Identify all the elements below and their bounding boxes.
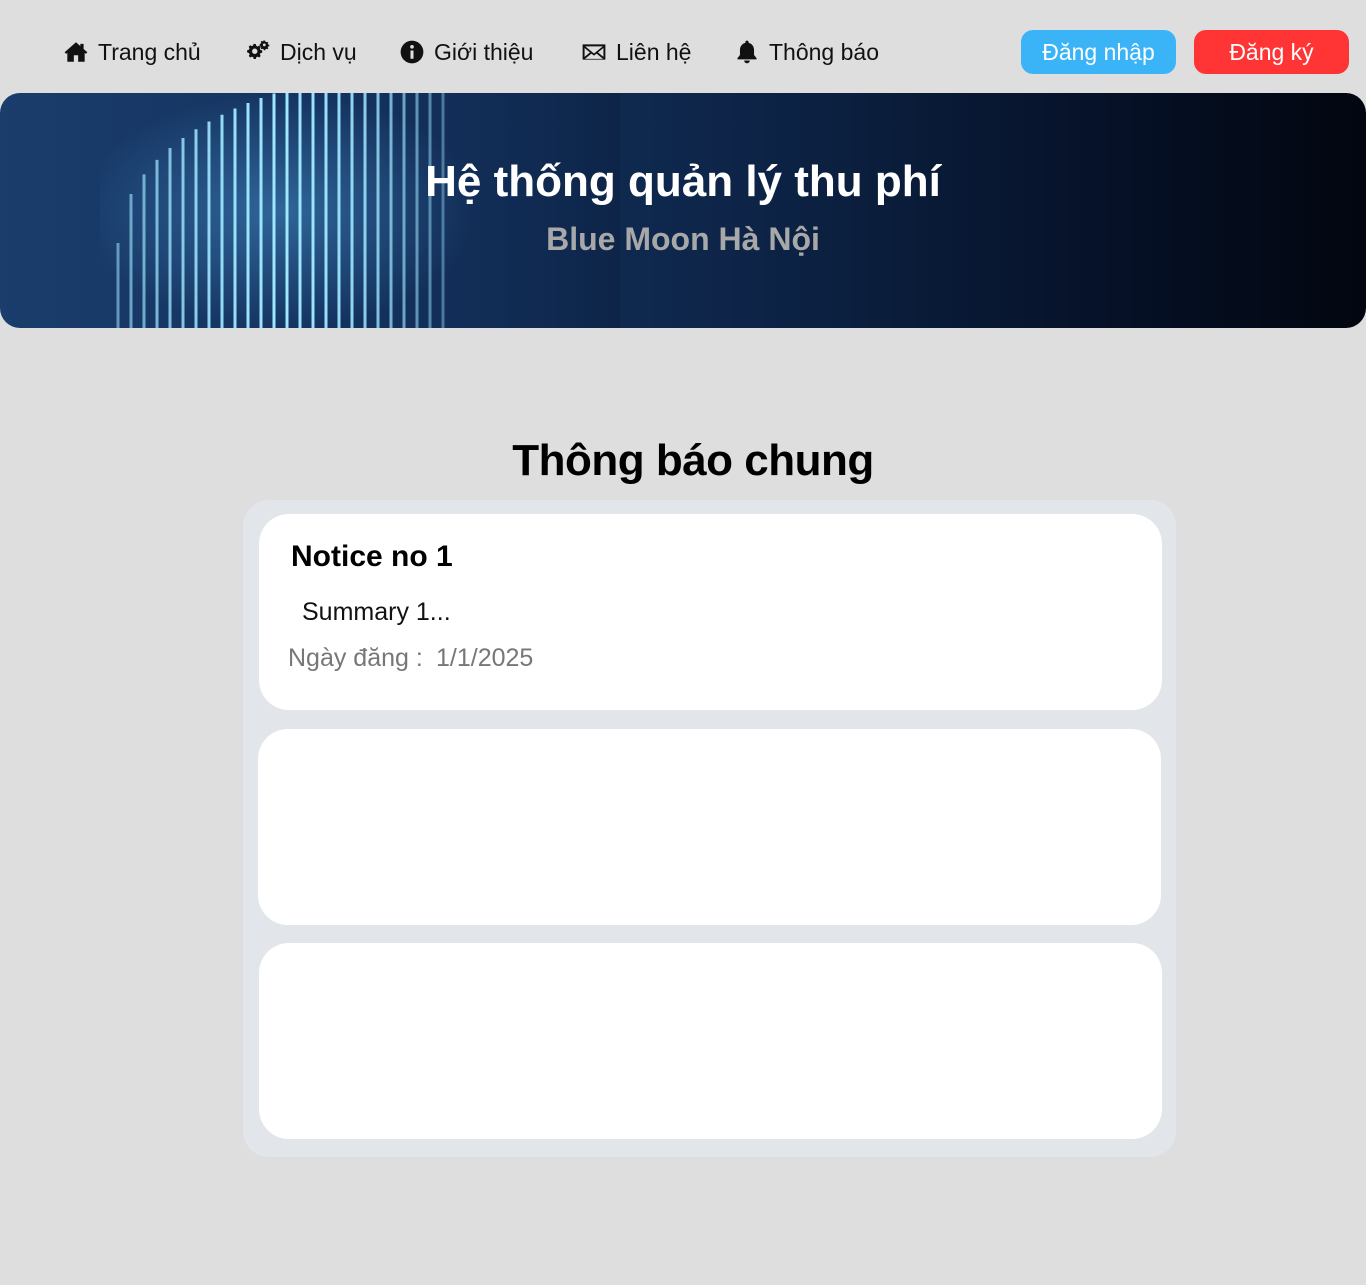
login-button[interactable]: Đăng nhập <box>1021 30 1176 74</box>
notice-date-label: Ngày đăng : <box>288 644 423 672</box>
nav-item-about[interactable]: Giới thiệu <box>398 36 533 68</box>
nav-label-contact: Liên hệ <box>616 38 692 65</box>
building-illustration <box>0 93 620 328</box>
nav-item-contact[interactable]: Liên hệ <box>580 36 691 68</box>
notices-panel: Notice no 1 Summary 1... Ngày đăng : 1/1… <box>243 500 1176 1157</box>
bell-icon <box>733 38 761 66</box>
notices-section-title: Thông báo chung <box>512 436 874 485</box>
notice-title: Notice no 1 <box>291 540 453 573</box>
info-icon <box>398 38 426 66</box>
nav-item-home[interactable]: Trang chủ <box>62 36 201 68</box>
notice-card[interactable]: Notice no 1 Summary 1... Ngày đăng : 1/1… <box>259 514 1162 710</box>
nav-label-notifications: Thông báo <box>769 38 879 65</box>
nav-item-services[interactable]: Dịch vụ <box>244 36 357 68</box>
home-icon <box>62 38 90 66</box>
nav-label-services: Dịch vụ <box>280 38 357 65</box>
nav-label-about: Giới thiệu <box>434 38 534 65</box>
hero-banner: Hệ thống quản lý thu phí Blue Moon Hà Nộ… <box>0 93 1366 328</box>
gears-icon <box>244 38 272 66</box>
notice-summary: Summary 1... <box>302 598 451 626</box>
notice-card[interactable] <box>258 729 1161 925</box>
notice-date: 1/1/2025 <box>436 644 534 672</box>
hero-subtitle: Blue Moon Hà Nội <box>546 221 820 257</box>
hero-title: Hệ thống quản lý thu phí <box>425 157 941 206</box>
nav-label-home: Trang chủ <box>98 38 201 65</box>
nav-item-notifications[interactable]: Thông báo <box>733 36 879 68</box>
register-button[interactable]: Đăng ký <box>1194 30 1349 74</box>
top-navbar: Trang chủ Dịch vụ Giới thiệu Liên hệ Thô… <box>0 0 1366 93</box>
mail-icon <box>580 38 608 66</box>
notice-card[interactable] <box>259 943 1162 1139</box>
